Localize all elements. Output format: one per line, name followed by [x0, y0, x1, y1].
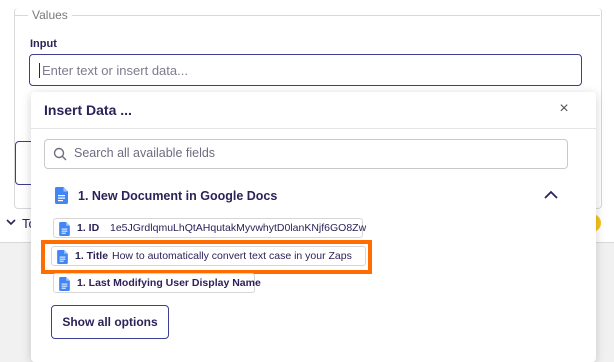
dropdown-title: Insert Data ...	[44, 102, 132, 118]
field-chip-id[interactable]: 1. ID 1e5JGrdlqmuLhQtAHqutakMyvwhytD0lan…	[53, 218, 367, 238]
values-legend: Values	[32, 8, 68, 22]
search-placeholder: Search all available fields	[74, 146, 216, 160]
google-docs-icon	[55, 187, 68, 204]
show-all-options-button[interactable]: Show all options	[51, 305, 169, 339]
search-icon	[53, 147, 67, 161]
google-docs-icon	[59, 222, 70, 236]
input-field[interactable]: Enter text or insert data...	[29, 54, 582, 86]
input-placeholder: Enter text or insert data...	[42, 63, 188, 78]
fieldset-border	[72, 15, 600, 16]
text-caret	[39, 63, 40, 78]
insert-data-dropdown: Insert Data ... × Search all available f…	[31, 92, 596, 362]
chevron-up-icon[interactable]	[543, 187, 559, 203]
google-docs-icon	[59, 277, 70, 291]
fieldset-border	[14, 15, 28, 16]
field-key: 1. ID	[77, 222, 100, 234]
input-label: Input	[30, 38, 57, 50]
close-icon[interactable]: ×	[556, 100, 572, 118]
field-value: 1e5JGrdlqmuLhQtAHqutakMyvwhytD0lanKNjf6G…	[110, 222, 367, 234]
chevron-down-icon[interactable]	[6, 217, 16, 229]
group-label: 1. New Document in Google Docs	[78, 189, 278, 203]
field-key: 1. Last Modifying User Display Name	[77, 277, 261, 289]
app-step-group-header[interactable]: 1. New Document in Google Docs	[53, 187, 568, 207]
field-chip-last-modifying-user[interactable]: 1. Last Modifying User Display Name	[53, 273, 261, 293]
divider	[31, 128, 596, 129]
highlight-box	[41, 240, 372, 274]
search-input[interactable]: Search all available fields	[44, 139, 568, 169]
